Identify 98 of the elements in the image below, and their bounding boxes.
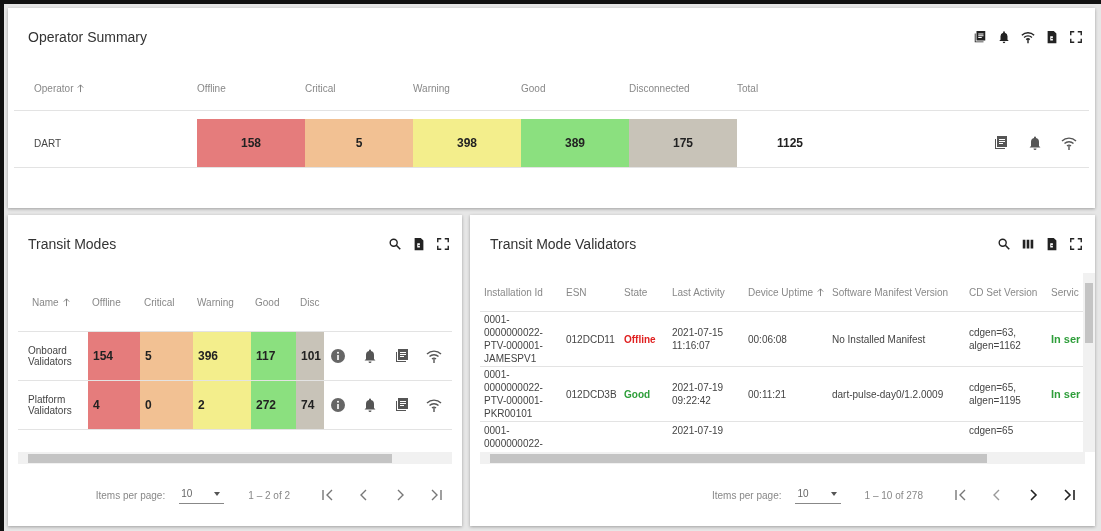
document-icon[interactable] <box>394 348 410 364</box>
document-icon[interactable] <box>993 135 1009 151</box>
column-header[interactable]: Installation Id <box>480 286 566 298</box>
manifest-version: dart-pulse-day0/1.2.0009 <box>832 387 945 401</box>
panel-title: Transit Mode Validators <box>490 236 637 252</box>
vertical-scrollbar[interactable] <box>1083 273 1095 452</box>
status-count-cell: 5 <box>140 332 193 380</box>
items-per-page-label: Items per page: <box>95 489 166 501</box>
status-count-cell: 154 <box>88 332 140 380</box>
column-header[interactable]: Warning <box>193 296 251 308</box>
fullscreen-icon[interactable] <box>1069 237 1083 251</box>
column-header[interactable]: Disc <box>296 296 324 308</box>
file-export-icon[interactable] <box>1045 237 1059 251</box>
device-uptime: 00:11:21 <box>748 387 788 401</box>
wifi-icon[interactable] <box>1061 135 1077 151</box>
fullscreen-icon[interactable] <box>436 237 450 251</box>
last-activity: 2021-07-15 11:16:07 <box>672 326 725 352</box>
status-count-cell: 4 <box>88 381 140 429</box>
bell-icon[interactable] <box>1027 135 1043 151</box>
status-count-cell: 5 <box>305 119 413 167</box>
status-count-cell: 272 <box>251 381 296 429</box>
panel-title: Operator Summary <box>28 29 148 45</box>
info-icon[interactable] <box>330 348 346 364</box>
column-header[interactable]: Offline <box>197 82 305 94</box>
status-count-cell: 389 <box>521 119 629 167</box>
transit-mode-name: Onboard Validators <box>28 344 73 369</box>
status-count-cell: 101 <box>296 332 324 380</box>
info-icon[interactable] <box>330 397 346 413</box>
search-icon[interactable] <box>997 237 1011 251</box>
status-count-cell: 117 <box>251 332 296 380</box>
document-icon[interactable] <box>973 30 987 44</box>
status-count-cell: 398 <box>413 119 521 167</box>
operator-name: DART <box>34 136 63 151</box>
column-header[interactable]: Software Manifest Version <box>832 286 969 298</box>
total-count: 1125 <box>776 135 805 152</box>
column-header[interactable]: Total <box>737 82 845 94</box>
cd-set-version: cdgen=65 <box>969 424 1015 437</box>
cd-set-version: cdgen=65, algen=1195 <box>969 381 1022 407</box>
column-header[interactable]: Good <box>251 296 296 308</box>
column-header[interactable]: Last Activity <box>672 286 748 298</box>
wifi-icon[interactable] <box>1021 30 1035 44</box>
state-label: Good <box>624 388 651 400</box>
last-page-icon[interactable] <box>1061 487 1077 503</box>
installation-id: 0001-0000000022- <box>483 424 544 450</box>
wifi-icon[interactable] <box>426 397 442 413</box>
search-icon[interactable] <box>388 237 402 251</box>
column-header[interactable]: State <box>624 286 672 298</box>
column-header[interactable]: Disconnected <box>629 82 737 94</box>
column-header[interactable]: Offline <box>88 296 140 308</box>
items-per-page-label: Items per page: <box>712 489 782 501</box>
last-activity: 2021-07-19 09:22:42 <box>672 381 725 407</box>
sort-arrow-icon <box>76 83 86 93</box>
manifest-version: No Installed Manifest <box>832 332 927 346</box>
service-status: In ser <box>1051 387 1081 400</box>
document-icon[interactable] <box>394 397 410 413</box>
page-range: 1 – 2 of 2 <box>248 489 290 501</box>
column-header[interactable]: Critical <box>305 82 413 94</box>
column-header[interactable]: ESN <box>566 286 624 298</box>
file-export-icon[interactable] <box>1045 30 1059 44</box>
device-uptime: 00:06:08 <box>748 332 788 346</box>
status-count-cell: 2 <box>193 381 251 429</box>
sort-arrow-icon <box>61 297 71 307</box>
transit-mode-name: Platform Validators <box>28 393 73 418</box>
horizontal-scrollbar[interactable] <box>18 452 452 464</box>
column-header[interactable]: Critical <box>140 296 193 308</box>
wifi-icon[interactable] <box>426 348 442 364</box>
bell-icon[interactable] <box>362 397 378 413</box>
column-header[interactable]: Warning <box>413 82 521 94</box>
panel-title: Transit Modes <box>28 236 117 252</box>
status-count-cell: 0 <box>140 381 193 429</box>
installation-id: 0001-0000000022-PTV-000001-JAMESPV1 <box>483 313 544 365</box>
status-count-cell: 74 <box>296 381 324 429</box>
column-header[interactable]: Good <box>521 82 629 94</box>
fullscreen-icon[interactable] <box>1069 30 1083 44</box>
state-label: Offline <box>624 333 656 345</box>
cd-set-version: cdgen=63, algen=1162 <box>969 326 1022 352</box>
column-header[interactable]: Name <box>28 296 88 308</box>
bell-icon[interactable] <box>997 30 1011 44</box>
service-status: In ser <box>1051 332 1081 345</box>
page-range: 1 – 10 of 278 <box>864 489 923 501</box>
column-header[interactable]: Device Uptime <box>748 286 832 298</box>
column-header[interactable]: CD Set Version <box>969 286 1051 298</box>
installation-id: 0001-0000000022-PTV-000001-PKR00101 <box>483 368 544 420</box>
bell-icon[interactable] <box>362 348 378 364</box>
status-count-cell: 158 <box>197 119 305 167</box>
columns-icon[interactable] <box>1021 237 1035 251</box>
file-export-icon[interactable] <box>412 237 426 251</box>
esn-cell-text: 012DCD11 <box>566 332 616 346</box>
esn-cell-text: 012DCD3B <box>566 387 618 401</box>
column-header[interactable]: Operator <box>34 82 197 94</box>
page-size-select[interactable]: 10 <box>795 486 841 504</box>
status-count-cell: 175 <box>629 119 737 167</box>
page-size-select[interactable]: 10 <box>179 486 225 504</box>
sort-arrow-icon <box>816 287 826 297</box>
horizontal-scrollbar[interactable] <box>480 452 1085 464</box>
column-header[interactable]: Servic <box>1051 286 1086 298</box>
status-count-cell: 396 <box>193 332 251 380</box>
last-activity: 2021-07-19 <box>672 424 725 437</box>
